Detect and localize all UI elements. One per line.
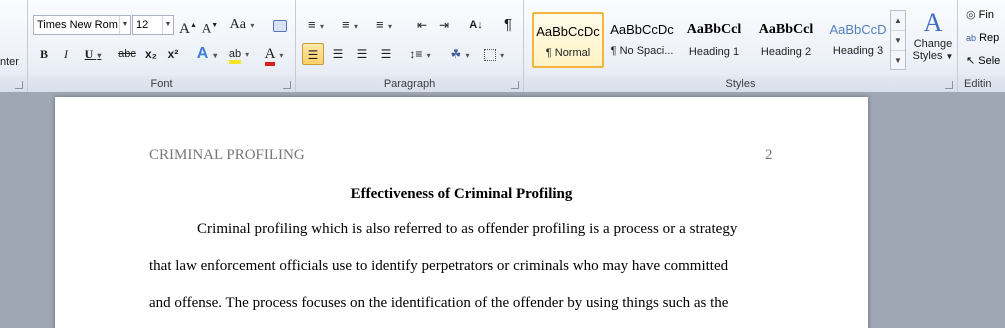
eraser-icon <box>273 19 287 32</box>
bold-button[interactable]: B <box>34 43 54 65</box>
document-title[interactable]: Effectiveness of Criminal Profiling <box>55 186 868 203</box>
font-group: Times New Rom ▼ 12 ▼ A▲ A▼ Aa B I U abc <box>28 0 296 92</box>
underline-button[interactable]: U <box>80 43 106 65</box>
bullet-list-icon: ≡ <box>308 17 316 32</box>
cursor-arrow-icon: ↖ <box>966 55 976 67</box>
paragraph-group-label: Paragraph <box>383 78 436 90</box>
align-right-icon: ☰ <box>356 47 368 61</box>
subscript-button[interactable]: x₂ <box>141 43 161 65</box>
change-case-button[interactable]: Aa <box>228 14 256 36</box>
numbering-button[interactable]: ≡ <box>336 14 364 36</box>
clipboard-group: nter <box>0 0 28 92</box>
font-size-combo[interactable]: 12 ▼ <box>132 15 174 35</box>
font-name-combo[interactable]: Times New Rom ▼ <box>33 15 131 35</box>
shading-button[interactable]: ☘ <box>446 43 474 65</box>
font-launcher-icon[interactable] <box>283 81 291 89</box>
paragraph-group: ≡ ≡ ≡ ⇤ ⇥ A↓ ¶ ☰ ☰ ☰ ☰ <box>296 0 524 92</box>
multilevel-list-button[interactable]: ≡ <box>370 14 398 36</box>
replace-button[interactable]: ab Rep <box>966 32 999 44</box>
styles-group-label: Styles <box>725 78 756 90</box>
chevron-down-icon[interactable]: ▼ <box>162 16 173 34</box>
font-size-value: 12 <box>136 19 149 31</box>
style-heading-2[interactable]: AaBbCcl Heading 2 <box>750 12 822 68</box>
paint-bucket-icon: ☘ <box>450 47 462 61</box>
decrease-indent-button[interactable]: ⇤ <box>412 14 432 36</box>
select-button[interactable]: ↖ Sele <box>966 54 1000 67</box>
scroll-up-icon[interactable]: ▲ <box>891 11 905 31</box>
strikethrough-button[interactable]: abc <box>114 43 140 65</box>
align-right-button[interactable]: ☰ <box>351 43 373 65</box>
document-page[interactable]: CRIMINAL PROFILING 2 Effectiveness of Cr… <box>55 97 868 328</box>
clear-formatting-button[interactable] <box>270 14 290 36</box>
align-center-button[interactable]: ☰ <box>327 43 349 65</box>
increase-indent-icon: ⇥ <box>438 18 450 32</box>
gallery-more-icon[interactable]: ▼ <box>891 51 905 71</box>
text-effects-button[interactable]: A <box>194 43 220 65</box>
body-line-1[interactable]: Criminal profiling which is also referre… <box>149 221 774 238</box>
pilcrow-icon: ¶ <box>503 16 513 33</box>
style-no-spacing[interactable]: AaBbCcDc ¶ No Spaci... <box>606 12 678 68</box>
align-center-icon: ☰ <box>332 47 344 61</box>
sort-button[interactable]: A↓ <box>466 14 486 36</box>
align-left-button[interactable]: ☰ <box>302 43 324 65</box>
body-line-2[interactable]: that law enforcement officials use to id… <box>149 258 774 275</box>
style-normal[interactable]: AaBbCcDc ¶ Normal <box>532 12 604 68</box>
grow-font-button[interactable]: A▲ <box>178 14 198 37</box>
borders-button[interactable] <box>480 43 508 65</box>
change-styles-icon: A <box>923 8 943 37</box>
style-gallery-scroll[interactable]: ▲ ▼ ▼ <box>890 10 906 70</box>
align-left-icon: ☰ <box>307 48 319 62</box>
change-styles-button[interactable]: A Change Styles ▼ <box>912 8 954 72</box>
binoculars-icon: ◎ <box>966 9 976 21</box>
numbered-list-icon: ≡ <box>342 17 350 32</box>
show-hide-button[interactable]: ¶ <box>498 14 518 36</box>
sort-icon: A↓ <box>469 19 483 31</box>
center-partial-label[interactable]: nter <box>0 56 19 68</box>
body-line-3[interactable]: and offense. The process focuses on the … <box>149 295 774 312</box>
multilevel-list-icon: ≡ <box>376 17 384 32</box>
page-number[interactable]: 2 <box>765 147 773 164</box>
ribbon: nter Times New Rom ▼ 12 ▼ A▲ A▼ Aa B I <box>0 0 1005 92</box>
line-spacing-icon: ↕≡ <box>409 47 423 61</box>
bullets-button[interactable]: ≡ <box>302 14 330 36</box>
italic-button[interactable]: I <box>56 43 76 65</box>
editing-group: ◎ Fin ab Rep ↖ Sele Editin <box>958 0 1005 92</box>
styles-launcher-icon[interactable] <box>945 81 953 89</box>
chevron-down-icon[interactable]: ▼ <box>119 16 130 34</box>
increase-indent-button[interactable]: ⇥ <box>434 14 454 36</box>
scroll-down-icon[interactable]: ▼ <box>891 31 905 51</box>
find-button[interactable]: ◎ Fin <box>966 8 994 21</box>
paragraph-launcher-icon[interactable] <box>511 81 519 89</box>
highlight-button[interactable]: ab <box>224 43 254 65</box>
superscript-button[interactable]: x² <box>163 43 183 65</box>
decrease-indent-icon: ⇤ <box>416 18 428 32</box>
style-heading-3[interactable]: AaBbCcD Heading 3 <box>822 12 894 68</box>
clipboard-launcher-icon[interactable] <box>15 81 23 89</box>
font-group-label: Font <box>150 78 173 90</box>
styles-group: AaBbCcDc ¶ Normal AaBbCcDc ¶ No Spaci...… <box>524 0 958 92</box>
style-heading-1[interactable]: AaBbCcl Heading 1 <box>678 12 750 68</box>
editing-group-label: Editin <box>964 78 992 90</box>
font-color-button[interactable]: A <box>260 43 288 66</box>
justify-icon: ☰ <box>380 47 392 61</box>
replace-icon: ab <box>966 33 977 43</box>
running-header[interactable]: CRIMINAL PROFILING <box>149 147 305 164</box>
font-name-value: Times New Rom <box>37 19 118 31</box>
justify-button[interactable]: ☰ <box>375 43 397 65</box>
shrink-font-button[interactable]: A▼ <box>200 14 220 36</box>
border-icon <box>483 48 496 61</box>
line-spacing-button[interactable]: ↕≡ <box>406 43 434 65</box>
